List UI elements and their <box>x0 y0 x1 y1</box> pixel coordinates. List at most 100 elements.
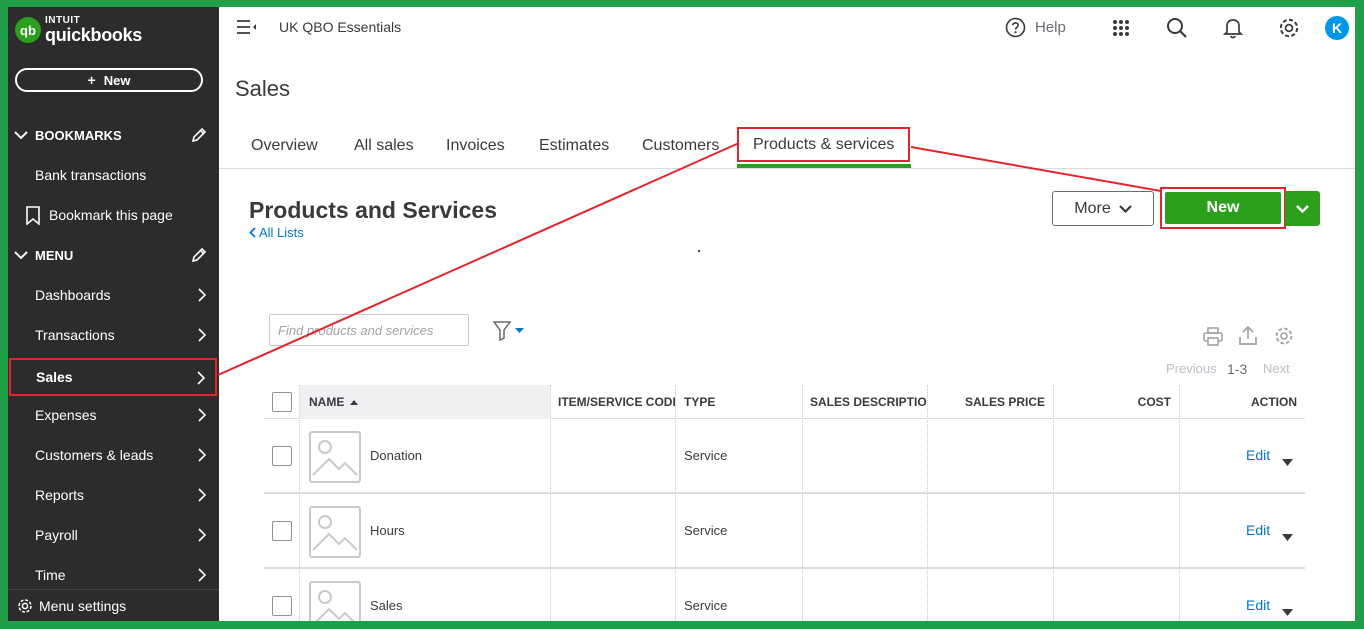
product-type: Service <box>684 598 728 613</box>
column-header-cost[interactable]: COST <box>1054 385 1171 419</box>
bookmark-icon <box>26 205 40 225</box>
company-name: UK QBO Essentials <box>279 19 402 35</box>
column-header-type[interactable]: TYPE <box>684 385 802 419</box>
tab-estimates[interactable]: Estimates <box>539 137 609 155</box>
row-action-dropdown-icon[interactable] <box>1282 603 1293 621</box>
chevron-right-icon <box>198 328 207 342</box>
edit-link[interactable]: Edit <box>1246 522 1270 538</box>
row-checkbox[interactable] <box>272 596 292 616</box>
menu-settings-button[interactable]: Menu settings <box>8 589 219 621</box>
row-action-dropdown-icon[interactable] <box>1282 528 1293 546</box>
image-placeholder-icon[interactable] <box>309 431 361 483</box>
new-item-button-highlight: New <box>1160 187 1286 229</box>
sidebar-item-label: Customers & leads <box>35 447 154 463</box>
sidebar-item-label: Transactions <box>35 327 115 343</box>
chevron-down-icon <box>1296 204 1309 213</box>
gear-icon[interactable] <box>1278 17 1300 44</box>
bookmarks-header[interactable]: BOOKMARKS <box>8 115 219 155</box>
tab-invoices[interactable]: Invoices <box>446 137 505 155</box>
content-title: Products and Services <box>249 197 497 223</box>
pager-previous[interactable]: Previous <box>1166 361 1217 376</box>
search-input[interactable] <box>269 314 469 346</box>
edit-bookmarks-pencil-icon[interactable] <box>191 127 207 146</box>
row-action-dropdown-icon[interactable] <box>1282 453 1293 471</box>
chevron-right-icon <box>197 371 206 385</box>
tab-overview[interactable]: Overview <box>251 137 318 155</box>
app-window: qb INTUIT quickbooks + New BOOKMARKS Ban… <box>8 7 1355 621</box>
tab-all-sales[interactable]: All sales <box>354 137 414 155</box>
tab-products-services[interactable]: Products & services <box>737 127 911 162</box>
image-placeholder-icon[interactable] <box>309 581 361 621</box>
column-header-action: ACTION <box>1251 395 1297 409</box>
product-name: Hours <box>370 523 405 538</box>
more-label: More <box>1074 199 1111 217</box>
column-header-code[interactable]: ITEM/SERVICE CODE <box>558 385 675 419</box>
column-header-label: NAME <box>309 395 345 409</box>
sidebar-item-payroll[interactable]: Payroll <box>8 515 219 555</box>
export-icon[interactable] <box>1239 325 1257 351</box>
collapse-menu-icon[interactable] <box>237 20 257 39</box>
quickbooks-logo[interactable]: qb INTUIT quickbooks <box>15 16 142 44</box>
table-row: Hours Service Edit <box>264 494 1305 569</box>
edit-link[interactable]: Edit <box>1246 447 1270 463</box>
sidebar-item-bookmark-this-page[interactable]: Bookmark this page <box>8 195 219 235</box>
chevron-down-icon <box>14 130 28 140</box>
sidebar-item-transactions[interactable]: Transactions <box>8 315 219 355</box>
image-placeholder-icon[interactable] <box>309 506 361 558</box>
chevron-right-icon <box>198 528 207 542</box>
gear-icon[interactable] <box>1274 326 1294 351</box>
pager-next[interactable]: Next <box>1263 361 1290 376</box>
help-button[interactable]: Help <box>1005 17 1066 38</box>
sidebar-item-label: Time <box>35 567 66 583</box>
print-icon[interactable] <box>1203 327 1223 351</box>
table-row: Sales Service Edit <box>264 569 1305 621</box>
table-row: Donation Service Edit <box>264 419 1305 494</box>
new-item-button[interactable]: New <box>1165 192 1281 224</box>
sidebar-item-expenses[interactable]: Expenses <box>8 395 219 435</box>
sidebar-item-label: Sales <box>36 369 73 385</box>
qb-logo-icon: qb <box>15 17 41 43</box>
edit-link[interactable]: Edit <box>1246 597 1270 613</box>
edit-menu-pencil-icon[interactable] <box>191 247 207 266</box>
all-lists-link[interactable]: All Lists <box>249 225 304 240</box>
menu-header[interactable]: MENU <box>8 235 219 275</box>
new-item-dropdown-button[interactable] <box>1285 191 1320 226</box>
sidebar-item-dashboards[interactable]: Dashboards <box>8 275 219 315</box>
row-checkbox[interactable] <box>272 446 292 466</box>
user-avatar[interactable]: K <box>1325 16 1349 40</box>
column-header-name[interactable]: NAME <box>300 385 550 419</box>
sidebar-item-label: Reports <box>35 487 85 503</box>
product-name: Donation <box>370 448 423 463</box>
menu-header-label: MENU <box>35 247 74 263</box>
apps-grid-icon[interactable] <box>1112 19 1130 42</box>
filter-icon[interactable] <box>492 321 525 346</box>
help-icon <box>1005 17 1026 38</box>
sidebar-item-label: Dashboards <box>35 287 111 303</box>
chevron-right-icon <box>198 448 207 462</box>
product-type: Service <box>684 523 728 538</box>
column-header-description[interactable]: SALES DESCRIPTION <box>810 385 927 419</box>
logo-product-text: quickbooks <box>45 25 143 45</box>
sidebar-item-reports[interactable]: Reports <box>8 475 219 515</box>
table-header: NAME ITEM/SERVICE CODE TYPE SALES DESCRI… <box>264 385 1305 419</box>
sidebar-item-sales[interactable]: Sales <box>9 358 217 396</box>
stray-dot <box>698 250 700 252</box>
chevron-down-icon <box>1118 204 1132 213</box>
menu-settings-label: Menu settings <box>39 597 127 614</box>
all-lists-label: All Lists <box>259 225 304 240</box>
select-all-checkbox[interactable] <box>272 392 292 412</box>
help-label: Help <box>1035 19 1066 36</box>
sidebar-item-customers-leads[interactable]: Customers & leads <box>8 435 219 475</box>
bell-icon[interactable] <box>1222 17 1244 44</box>
sidebar-item-bank-transactions[interactable]: Bank transactions <box>8 155 219 195</box>
bookmarks-header-label: BOOKMARKS <box>35 127 122 143</box>
tab-customers[interactable]: Customers <box>642 137 719 155</box>
search-icon[interactable] <box>1166 17 1188 44</box>
row-checkbox[interactable] <box>272 521 292 541</box>
more-button[interactable]: More <box>1052 191 1154 226</box>
product-type: Service <box>684 448 728 463</box>
column-header-sales-price[interactable]: SALES PRICE <box>928 385 1045 419</box>
sidebar-new-button[interactable]: + New <box>15 68 203 92</box>
chevron-down-icon <box>14 250 28 260</box>
pager-range: 1-3 <box>1227 361 1248 377</box>
